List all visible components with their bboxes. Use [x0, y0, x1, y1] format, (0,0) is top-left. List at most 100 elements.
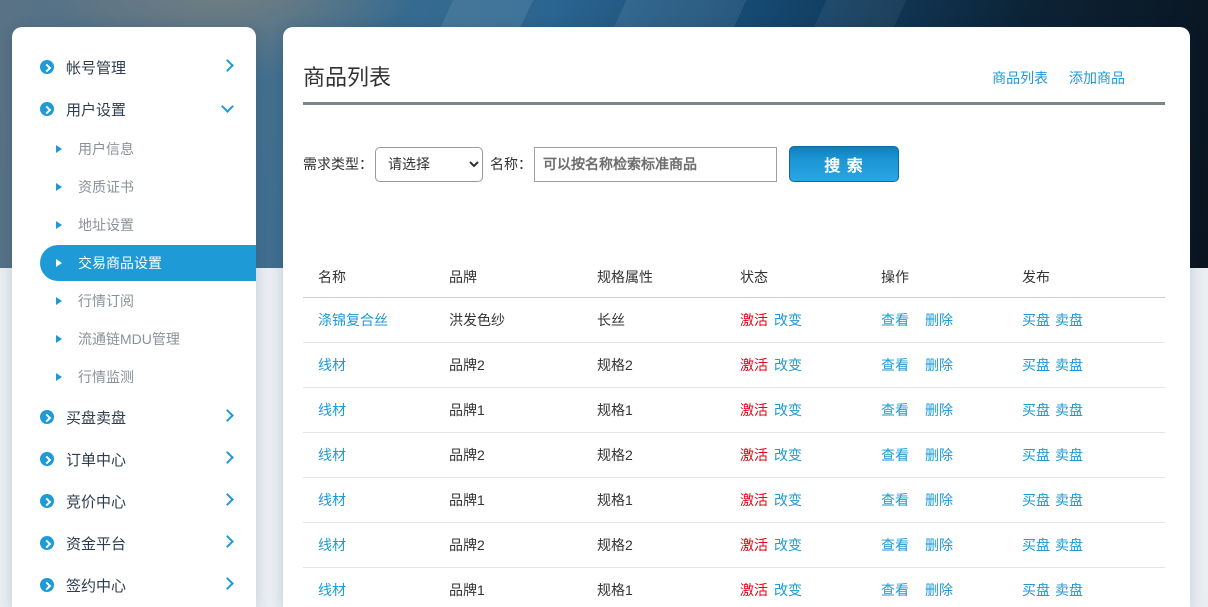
sidebar-item[interactable]: 签约中心: [12, 564, 256, 606]
demand-type-select[interactable]: 请选择: [375, 147, 483, 182]
circle-arrow-icon: [40, 578, 54, 592]
delete-link[interactable]: 删除: [925, 312, 953, 328]
sell-board-link[interactable]: 卖盘: [1055, 447, 1083, 463]
sidebar-subitem-label: 地址设置: [78, 215, 134, 235]
product-name-input[interactable]: [534, 147, 777, 182]
buy-board-link[interactable]: 买盘: [1022, 312, 1050, 328]
sidebar-item[interactable]: 资金平台: [12, 522, 256, 564]
change-status-link[interactable]: 改变: [774, 492, 802, 508]
sidebar-item[interactable]: 用户设置: [12, 88, 256, 130]
chevron-icon: [221, 100, 234, 113]
col-header-actions: 操作: [881, 257, 1022, 297]
sidebar-subitem[interactable]: 地址设置: [12, 206, 256, 244]
table-row: 线材 品牌2 规格2 激活改变 查看删除 买盘卖盘: [303, 432, 1165, 477]
circle-arrow-icon: [40, 60, 54, 74]
product-name-link[interactable]: 线材: [318, 492, 346, 508]
buy-board-link[interactable]: 买盘: [1022, 537, 1050, 553]
product-name-link[interactable]: 涤锦复合丝: [318, 312, 388, 328]
table-row: 线材 品牌2 规格2 激活改变 查看删除 买盘卖盘: [303, 522, 1165, 567]
delete-link[interactable]: 删除: [925, 537, 953, 553]
view-link[interactable]: 查看: [881, 582, 909, 598]
product-name-link[interactable]: 线材: [318, 402, 346, 418]
spec-cell: 规格1: [597, 582, 633, 598]
brand-cell: 品牌2: [449, 537, 485, 553]
change-status-link[interactable]: 改变: [774, 447, 802, 463]
sell-board-link[interactable]: 卖盘: [1055, 537, 1083, 553]
sell-board-link[interactable]: 卖盘: [1055, 582, 1083, 598]
change-status-link[interactable]: 改变: [774, 312, 802, 328]
sidebar-subitem[interactable]: 行情订阅: [12, 282, 256, 320]
view-link[interactable]: 查看: [881, 402, 909, 418]
view-link[interactable]: 查看: [881, 492, 909, 508]
view-link[interactable]: 查看: [881, 537, 909, 553]
delete-link[interactable]: 删除: [925, 582, 953, 598]
brand-cell: 品牌1: [449, 492, 485, 508]
demand-type-label: 需求类型：: [303, 154, 373, 174]
sidebar-subitem-label: 交易商品设置: [78, 253, 162, 273]
sell-board-link[interactable]: 卖盘: [1055, 492, 1083, 508]
change-status-link[interactable]: 改变: [774, 582, 802, 598]
sell-board-link[interactable]: 卖盘: [1055, 402, 1083, 418]
triangle-icon: [56, 373, 62, 381]
sell-board-link[interactable]: 卖盘: [1055, 357, 1083, 373]
view-link[interactable]: 查看: [881, 357, 909, 373]
product-name-link[interactable]: 线材: [318, 447, 346, 463]
col-header-publish: 发布: [1022, 257, 1165, 297]
change-status-link[interactable]: 改变: [774, 357, 802, 373]
col-header-status: 状态: [740, 257, 881, 297]
sidebar-item-label: 买盘卖盘: [66, 407, 223, 428]
sidebar-item[interactable]: 帐号管理: [12, 46, 256, 88]
sidebar-item-label: 资金平台: [66, 533, 223, 554]
view-link[interactable]: 查看: [881, 312, 909, 328]
sidebar: 帐号管理 用户设置 用户信息 资质证书 地址设置 交易商品设置 行情订阅 流通链…: [12, 27, 256, 607]
product-name-link[interactable]: 线材: [318, 537, 346, 553]
status-badge: 激活: [740, 537, 768, 553]
buy-board-link[interactable]: 买盘: [1022, 492, 1050, 508]
delete-link[interactable]: 删除: [925, 492, 953, 508]
sidebar-subitem[interactable]: 资质证书: [12, 168, 256, 206]
delete-link[interactable]: 删除: [925, 357, 953, 373]
delete-link[interactable]: 删除: [925, 402, 953, 418]
delete-link[interactable]: 删除: [925, 447, 953, 463]
status-badge: 激活: [740, 402, 768, 418]
brand-cell: 品牌1: [449, 402, 485, 418]
buy-board-link[interactable]: 买盘: [1022, 402, 1050, 418]
status-badge: 激活: [740, 492, 768, 508]
sidebar-item[interactable]: 竞价中心: [12, 480, 256, 522]
brand-cell: 品牌1: [449, 582, 485, 598]
nav-link-add-product[interactable]: 添加商品: [1069, 70, 1125, 86]
sidebar-subitem-label: 资质证书: [78, 177, 134, 197]
chevron-icon: [221, 535, 234, 548]
sidebar-subitem-label: 行情监测: [78, 367, 134, 387]
change-status-link[interactable]: 改变: [774, 402, 802, 418]
view-link[interactable]: 查看: [881, 447, 909, 463]
sidebar-item[interactable]: 订单中心: [12, 438, 256, 480]
triangle-icon: [56, 335, 62, 343]
spec-cell: 长丝: [597, 312, 625, 328]
sidebar-subitem[interactable]: 流通链MDU管理: [12, 320, 256, 358]
name-label: 名称：: [490, 154, 532, 174]
change-status-link[interactable]: 改变: [774, 537, 802, 553]
spec-cell: 规格2: [597, 447, 633, 463]
sidebar-subitem[interactable]: 用户信息: [12, 130, 256, 168]
buy-board-link[interactable]: 买盘: [1022, 357, 1050, 373]
col-header-spec: 规格属性: [597, 257, 740, 297]
chevron-icon: [221, 493, 234, 506]
triangle-icon: [56, 259, 62, 267]
product-name-link[interactable]: 线材: [318, 357, 346, 373]
status-badge: 激活: [740, 312, 768, 328]
sidebar-subitem[interactable]: 行情监测: [12, 358, 256, 396]
chevron-icon: [221, 409, 234, 422]
sidebar-item[interactable]: 买盘卖盘: [12, 396, 256, 438]
col-header-name: 名称: [303, 257, 449, 297]
buy-board-link[interactable]: 买盘: [1022, 447, 1050, 463]
nav-link-product-list[interactable]: 商品列表: [992, 70, 1048, 86]
sidebar-subitem-active[interactable]: 交易商品设置: [40, 245, 256, 281]
product-table: 名称 品牌 规格属性 状态 操作 发布 涤锦复合丝 洪发色纱 长丝 激活改变 查…: [303, 257, 1165, 607]
sell-board-link[interactable]: 卖盘: [1055, 312, 1083, 328]
product-name-link[interactable]: 线材: [318, 582, 346, 598]
sidebar-item-label: 竞价中心: [66, 491, 223, 512]
buy-board-link[interactable]: 买盘: [1022, 582, 1050, 598]
search-button[interactable]: 搜 索: [789, 146, 899, 182]
sidebar-subitem-label: 行情订阅: [78, 291, 134, 311]
